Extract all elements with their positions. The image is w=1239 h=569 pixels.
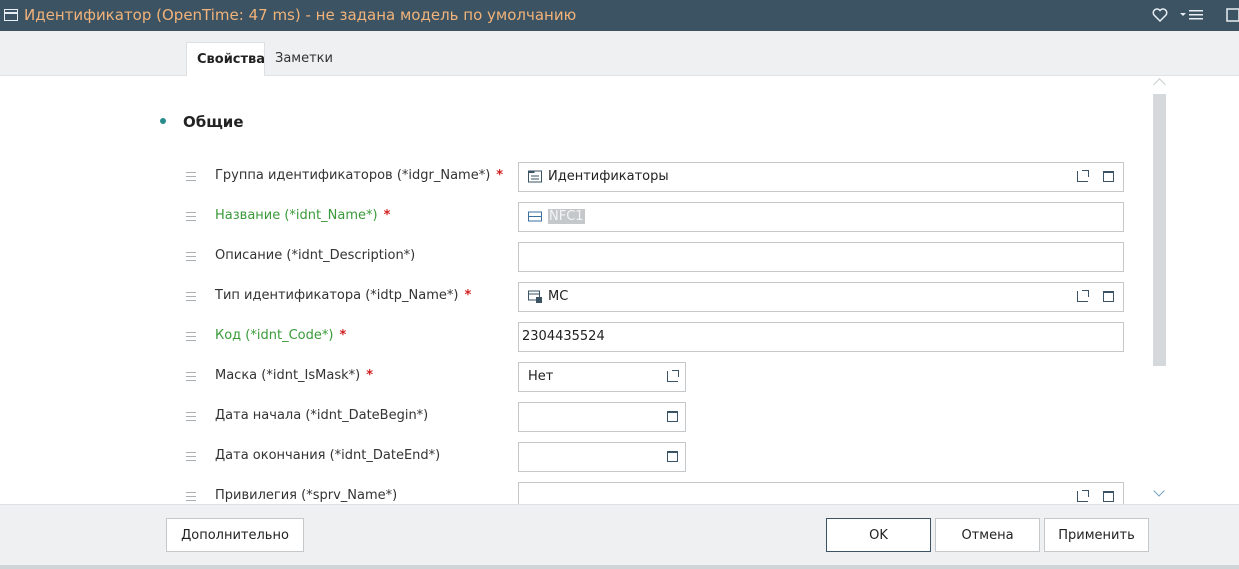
calendar-icon[interactable]: [667, 451, 678, 462]
open-link-icon[interactable]: [1077, 170, 1089, 182]
tab-properties[interactable]: Свойства: [186, 42, 265, 77]
section-bullet-icon: [160, 118, 166, 124]
scrollbar[interactable]: [1153, 94, 1166, 366]
code-value: 2304435524: [522, 329, 605, 344]
scroll-up-icon[interactable]: [1153, 78, 1166, 91]
open-link-icon[interactable]: [1077, 490, 1089, 502]
field-label: Дата начала (*idnt_DateBegin*): [215, 408, 429, 423]
favorite-heart-icon[interactable]: [1152, 6, 1168, 24]
drag-handle-icon[interactable]: [186, 212, 196, 221]
lock-list-icon: [528, 290, 542, 303]
restore-window-icon[interactable]: [1226, 6, 1239, 24]
required-marker: *: [383, 208, 391, 223]
field-label: Маска (*idnt_IsMask*) *: [215, 368, 374, 383]
drag-handle-icon[interactable]: [186, 452, 196, 461]
folder-list-icon: [528, 170, 542, 183]
group-value: Идентификаторы: [548, 169, 669, 184]
field-row-privilege: Привилегия (*sprv_Name*): [0, 482, 1239, 504]
tab-notes[interactable]: Заметки: [265, 42, 343, 77]
more-button[interactable]: Дополнительно: [166, 518, 304, 552]
drag-handle-icon[interactable]: [186, 412, 196, 421]
name-field[interactable]: NFC1: [518, 202, 1124, 232]
field-label: Дата окончания (*idnt_DateEnd*): [215, 448, 441, 463]
text-field-icon: [528, 211, 542, 222]
privilege-field[interactable]: [518, 482, 1124, 504]
drag-handle-icon[interactable]: [186, 372, 196, 381]
name-value: NFC1: [548, 209, 585, 224]
maximize-icon[interactable]: [1103, 291, 1114, 302]
cancel-button[interactable]: Отмена: [935, 518, 1040, 552]
dropdown-icon[interactable]: [667, 370, 679, 382]
maximize-icon[interactable]: [1103, 491, 1114, 502]
form-area: Общие Группа идентификаторов (*idgr_Name…: [0, 76, 1239, 504]
menu-dropdown-icon[interactable]: [1180, 6, 1204, 24]
drag-handle-icon[interactable]: [186, 332, 196, 341]
date-end-field[interactable]: [518, 442, 686, 472]
drag-handle-icon[interactable]: [186, 172, 196, 181]
field-label: Код (*idnt_Code*) *: [215, 328, 347, 343]
type-field[interactable]: MC: [518, 282, 1124, 312]
required-marker: *: [339, 328, 347, 343]
section-title: Общие: [183, 113, 244, 131]
field-label: Группа идентификаторов (*idgr_Name*) *: [215, 168, 504, 183]
description-field[interactable]: [518, 242, 1124, 272]
mask-select[interactable]: Нет: [518, 362, 686, 392]
title-bar: Идентификатор (OpenTime: 47 ms) - не зад…: [0, 0, 1239, 31]
field-label: Привилегия (*sprv_Name*): [215, 488, 398, 503]
ok-button[interactable]: OK: [826, 518, 931, 552]
required-marker: *: [366, 368, 374, 383]
required-marker: *: [496, 168, 504, 183]
footer-bar: Дополнительно OK Отмена Применить: [0, 504, 1239, 565]
field-label: Тип идентификатора (*idtp_Name*) *: [215, 288, 472, 303]
open-link-icon[interactable]: [1077, 290, 1089, 302]
drag-handle-icon[interactable]: [186, 252, 196, 261]
field-label: Описание (*idnt_Description*): [215, 248, 416, 263]
tab-strip: Свойства Заметки: [0, 31, 1239, 77]
group-field[interactable]: Идентификаторы: [518, 162, 1124, 192]
date-begin-field[interactable]: [518, 402, 686, 432]
code-field[interactable]: 2304435524: [518, 322, 1124, 352]
field-label: Название (*idnt_Name*) *: [215, 208, 391, 223]
drag-handle-icon[interactable]: [186, 492, 196, 501]
calendar-icon[interactable]: [667, 411, 678, 422]
type-value: MC: [548, 289, 569, 304]
apply-button[interactable]: Применить: [1044, 518, 1149, 552]
mask-value: Нет: [528, 369, 554, 384]
required-marker: *: [464, 288, 472, 303]
window-title: Идентификатор (OpenTime: 47 ms) - не зад…: [24, 6, 577, 24]
drag-handle-icon[interactable]: [186, 292, 196, 301]
bottom-strip: [0, 565, 1239, 569]
maximize-icon[interactable]: [1103, 171, 1114, 182]
window-icon: [4, 9, 18, 21]
